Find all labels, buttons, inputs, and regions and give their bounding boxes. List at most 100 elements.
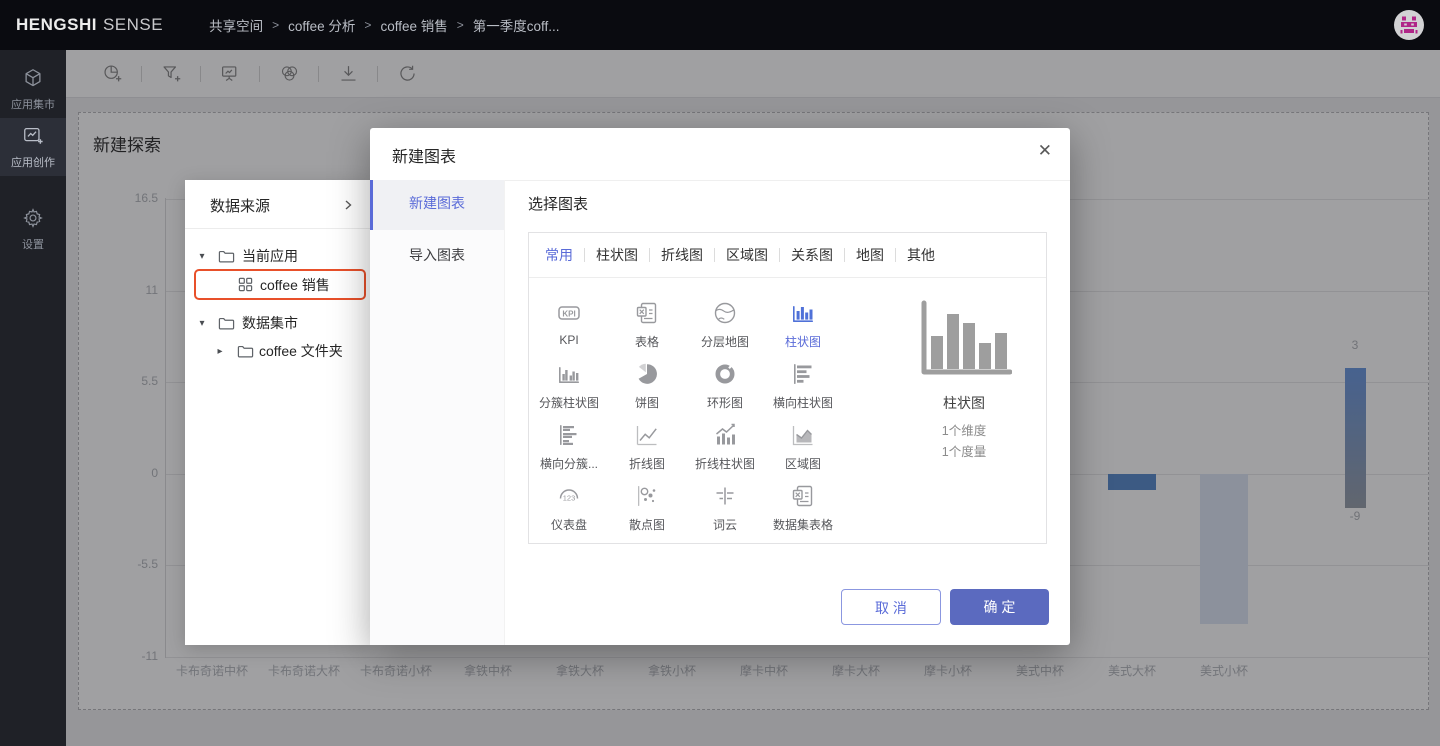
gear-icon xyxy=(22,207,44,229)
chart-type-item[interactable]: 分层地图 xyxy=(686,300,764,356)
datasource-panel-title: 数据来源 xyxy=(210,195,270,216)
line-icon xyxy=(634,422,660,448)
chart-type-label: 柱状图 xyxy=(764,333,842,350)
chart-type-label: 分簇柱状图 xyxy=(530,394,608,411)
chart-type-item[interactable]: 柱状图 xyxy=(764,300,842,356)
collapse-chevron-icon[interactable] xyxy=(342,198,354,210)
chart-type-item[interactable]: 表格 xyxy=(608,300,686,356)
chart-type-item[interactable]: 区域图 xyxy=(764,422,842,478)
chart-type-item[interactable]: 折线柱状图 xyxy=(686,422,764,478)
tree-node[interactable]: ▾ 当前应用 xyxy=(185,244,370,268)
chart-category-tab[interactable]: 常用 xyxy=(545,245,573,265)
tab-divider xyxy=(714,248,715,262)
chart-type-item[interactable]: 数据集表格 xyxy=(764,483,842,539)
datasource-panel: 数据来源 ▾ 当前应用 coffee 销售 ▾ 数据集市 ▸coffee 文件夹 xyxy=(185,180,370,645)
breadcrumb-item[interactable]: 第一季度coff... xyxy=(473,15,560,35)
modal-title: 新建图表 xyxy=(392,143,456,167)
close-icon[interactable]: ✕ xyxy=(1038,142,1052,159)
chart-type-item[interactable]: 折线图 xyxy=(608,422,686,478)
preview-requirements: 1个维度1个度量 xyxy=(881,421,1047,463)
gauge-icon: 123 xyxy=(556,483,582,509)
line-bar-icon xyxy=(712,422,738,448)
hbar-icon xyxy=(790,361,816,387)
cube-icon xyxy=(22,67,44,89)
chart-category-tab[interactable]: 区域图 xyxy=(726,245,768,265)
tree-node-label: 数据集市 xyxy=(242,313,298,333)
chart-type-label: 横向分簇... xyxy=(530,455,608,472)
chart-category-tabs: 常用 柱状图 折线图 区域图 关系图 地图 其他 xyxy=(529,233,1046,278)
modal-nav-item[interactable]: 新建图表 xyxy=(370,180,504,230)
chart-type-item[interactable]: 散点图 xyxy=(608,483,686,539)
hbar-cluster-icon xyxy=(556,422,582,448)
preview-chart-name: 柱状图 xyxy=(881,393,1047,413)
sidebar-item-app-market[interactable]: 应用集市 xyxy=(0,60,66,118)
logo-light: SENSE xyxy=(103,15,163,34)
chart-type-label: 仪表盘 xyxy=(530,516,608,533)
sidebar-nav: 应用集市应用创作设置 xyxy=(0,50,66,746)
chart-type-item[interactable]: 横向分簇... xyxy=(530,422,608,478)
chart-type-item[interactable]: 分簇柱状图 xyxy=(530,361,608,417)
folder-icon xyxy=(237,343,254,359)
sidebar-item-label: 应用集市 xyxy=(11,96,55,112)
preview-requirement: 1个度量 xyxy=(881,442,1047,463)
sidebar-item-label: 设置 xyxy=(22,236,44,252)
chart-type-label: 饼图 xyxy=(608,394,686,411)
new-chart-modal: 新建图表 ✕ 新建图表导入图表 选择图表 常用柱状图折线图区域图关系图地图其他 … xyxy=(370,128,1070,645)
tab-divider xyxy=(895,248,896,262)
area-icon xyxy=(790,422,816,448)
scatter-icon xyxy=(634,483,660,509)
app-logo[interactable]: HENGSHI SENSE xyxy=(16,15,163,35)
chart-category-tab[interactable]: 地图 xyxy=(856,245,884,265)
tree-node-label: 当前应用 xyxy=(242,246,298,266)
chart-category-tab[interactable]: 柱状图 xyxy=(596,245,638,265)
caret-right-icon[interactable]: ▸ xyxy=(214,346,226,357)
chart-type-item[interactable]: 环形图 xyxy=(686,361,764,417)
preview-requirement: 1个维度 xyxy=(881,421,1047,442)
sidebar-item-app-creation[interactable]: 应用创作 xyxy=(0,118,66,176)
breadcrumb-separator: > xyxy=(457,18,464,32)
annotation-highlight-box[interactable]: coffee 销售 xyxy=(194,269,366,300)
globe-icon xyxy=(712,300,738,326)
donut-icon xyxy=(712,361,738,387)
chart-category-tab[interactable]: 其他 xyxy=(907,245,935,265)
tab-divider xyxy=(779,248,780,262)
chart-type-grid: KPIKPI表格分层地图柱状图分簇柱状图饼图环形图横向柱状图横向分簇...折线图… xyxy=(529,278,881,544)
modal-nav-item[interactable]: 导入图表 xyxy=(370,230,504,280)
sidebar-item-settings[interactable]: 设置 xyxy=(0,200,66,258)
chart-type-item[interactable]: 横向柱状图 xyxy=(764,361,842,417)
tree-node[interactable]: ▸coffee 文件夹 xyxy=(185,339,370,363)
user-avatar[interactable] xyxy=(1394,10,1424,40)
breadcrumb-separator: > xyxy=(272,18,279,32)
dataset-table-icon xyxy=(790,483,816,509)
breadcrumb-item[interactable]: 共享空间 xyxy=(209,15,263,35)
chart-type-item[interactable]: 词云 xyxy=(686,483,764,539)
chart-category-tab[interactable]: 关系图 xyxy=(791,245,833,265)
chart-type-label: 折线图 xyxy=(608,455,686,472)
folder-icon xyxy=(218,315,235,331)
chart-type-item[interactable]: 123 仪表盘 xyxy=(530,483,608,539)
chart-category-tab[interactable]: 折线图 xyxy=(661,245,703,265)
bar-icon xyxy=(790,300,816,326)
breadcrumb-item[interactable]: coffee 分析 xyxy=(288,15,355,35)
chart-type-label: KPI xyxy=(530,333,608,347)
modal-nav: 新建图表导入图表 xyxy=(370,180,505,645)
chart-type-label: 区域图 xyxy=(764,455,842,472)
tree-node-label: coffee 销售 xyxy=(260,275,330,295)
chart-type-label: 散点图 xyxy=(608,516,686,533)
chart-type-item[interactable]: 饼图 xyxy=(608,361,686,417)
cancel-button[interactable]: 取 消 xyxy=(841,589,941,625)
chart-type-item[interactable]: KPIKPI xyxy=(530,300,608,356)
table-icon xyxy=(634,300,660,326)
logo-bold: HENGSHI xyxy=(16,15,97,34)
chart-type-label: 环形图 xyxy=(686,394,764,411)
datasource-panel-header: 数据来源 xyxy=(185,180,370,229)
chart-type-label: 折线柱状图 xyxy=(686,455,764,472)
chart-type-label: 横向柱状图 xyxy=(764,394,842,411)
dataset-icon xyxy=(238,277,253,292)
breadcrumb-item[interactable]: coffee 销售 xyxy=(380,15,447,35)
confirm-button[interactable]: 确 定 xyxy=(950,589,1049,625)
tree-node[interactable]: ▾ 数据集市 xyxy=(185,311,370,335)
modal-main: 选择图表 常用柱状图折线图区域图关系图地图其他 KPIKPI表格分层地图柱状图分… xyxy=(505,180,1070,645)
caret-down-icon[interactable]: ▾ xyxy=(196,318,208,329)
caret-down-icon[interactable]: ▾ xyxy=(196,251,208,262)
